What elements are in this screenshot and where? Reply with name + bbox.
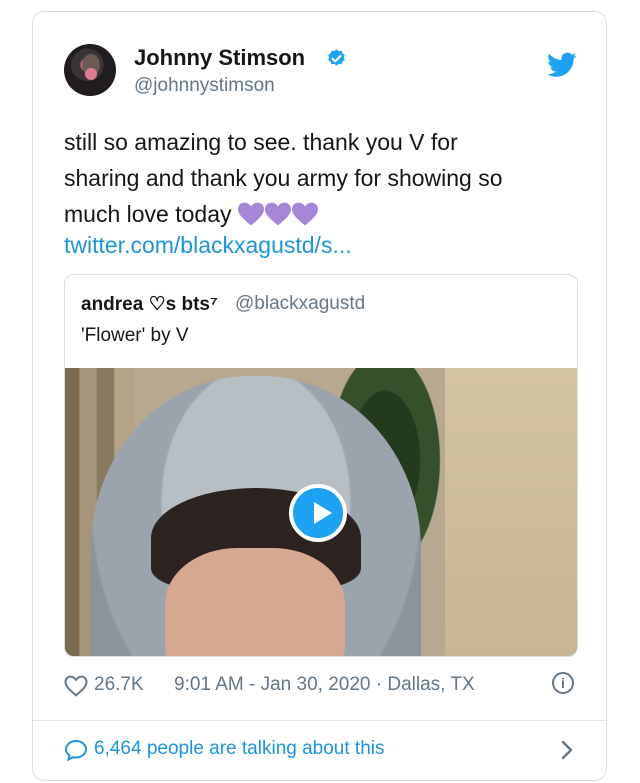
twitter-bird-icon[interactable] [547,52,577,78]
divider [33,720,606,721]
tweet-text-line: sharing and thank you army for showing s… [64,165,503,191]
purple-heart-icon [237,202,264,226]
reply-bubble-icon [64,739,88,761]
tweet-card: Johnny Stimson @johnnystimson still so a… [32,11,607,781]
quoted-tweet-text: 'Flower' by V [81,325,189,346]
author-avatar[interactable] [64,44,116,96]
purple-heart-icon [291,202,318,226]
chevron-right-icon[interactable] [560,739,574,761]
heart-outline-icon[interactable] [64,675,88,697]
quoted-tweet[interactable]: andrea ♡s bts⁷ @blackxagustd 'Flower' by… [64,274,578,657]
video-thumbnail[interactable] [65,368,577,656]
tweet-text-line: much love today [64,196,574,232]
conversation-link[interactable]: 6,464 people are talking about this [64,736,578,766]
tweet-link[interactable]: twitter.com/blackxagustd/s... [64,232,352,259]
avatar-flower [85,68,97,80]
verified-badge-icon [328,49,345,66]
video-face [165,548,345,656]
tweet-text-line: still so amazing to see. thank you V for [64,129,458,155]
conversation-count: 6,464 people are talking about this [94,738,385,759]
author-name[interactable]: Johnny Stimson [134,45,305,71]
purple-heart-icon [264,202,291,226]
tweet-text: still so amazing to see. thank you V for… [64,124,574,232]
info-icon[interactable]: i [552,672,574,694]
tweet-timestamp[interactable]: 9:01 AM - Jan 30, 2020 · Dallas, TX [174,674,475,696]
tweet-text-line: much love today [64,201,232,227]
author-handle[interactable]: @johnnystimson [134,75,275,97]
quoted-author-handle: @blackxagustd [235,293,366,314]
video-background-right [445,368,577,656]
tweet-meta: 26.7K 9:01 AM - Jan 30, 2020 · Dallas, T… [64,672,578,702]
quoted-author-name: andrea ♡s bts⁷ [81,294,218,315]
play-button-icon[interactable] [289,484,347,542]
like-count[interactable]: 26.7K [94,674,144,696]
